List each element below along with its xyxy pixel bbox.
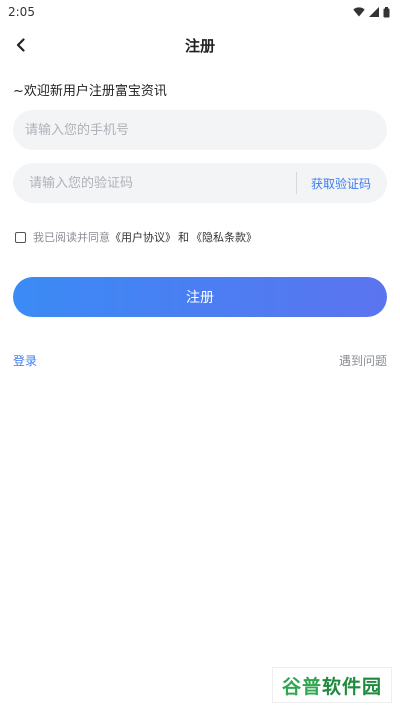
- phone-input[interactable]: [13, 110, 387, 150]
- agreement-row: 我已阅读并同意 《用户协议》 和 《隐私条款》: [15, 229, 257, 245]
- divider: [295, 172, 297, 194]
- verification-code-input[interactable]: [13, 163, 296, 203]
- chevron-left-icon: [16, 38, 25, 52]
- agreement-prefix: 我已阅读并同意: [33, 231, 110, 244]
- user-agreement-link[interactable]: 《用户协议》: [110, 229, 176, 245]
- status-icons: [353, 6, 390, 18]
- signal-icon: [369, 7, 379, 17]
- phone-field-container: [13, 110, 387, 150]
- watermark-part2: 软件园: [322, 675, 383, 698]
- code-field-container: 获取验证码: [13, 163, 387, 203]
- privacy-policy-link[interactable]: 《隐私条款》: [191, 229, 257, 245]
- agreement-and: 和: [178, 231, 189, 244]
- battery-icon: [383, 6, 390, 17]
- agreement-checkbox[interactable]: [15, 231, 26, 243]
- welcome-text: ~欢迎新用户注册富宝资讯: [13, 84, 167, 99]
- header: 注册: [0, 26, 400, 64]
- watermark-logo: 谷普 软件园: [272, 667, 392, 703]
- get-code-button[interactable]: 获取验证码: [311, 175, 387, 192]
- status-time: 2:05: [8, 5, 35, 19]
- back-button[interactable]: [6, 30, 36, 60]
- login-link[interactable]: 登录: [13, 352, 37, 369]
- register-screen: 2:05 注册 ~欢迎新用户注册富宝资讯 获取验证码: [0, 0, 400, 710]
- wifi-icon: [353, 7, 365, 17]
- status-bar: 2:05: [0, 0, 400, 24]
- page-title: 注册: [184, 36, 215, 55]
- register-button[interactable]: 注册: [13, 277, 387, 317]
- help-link[interactable]: 遇到问题: [339, 352, 387, 369]
- watermark-part1: 谷普: [281, 675, 322, 698]
